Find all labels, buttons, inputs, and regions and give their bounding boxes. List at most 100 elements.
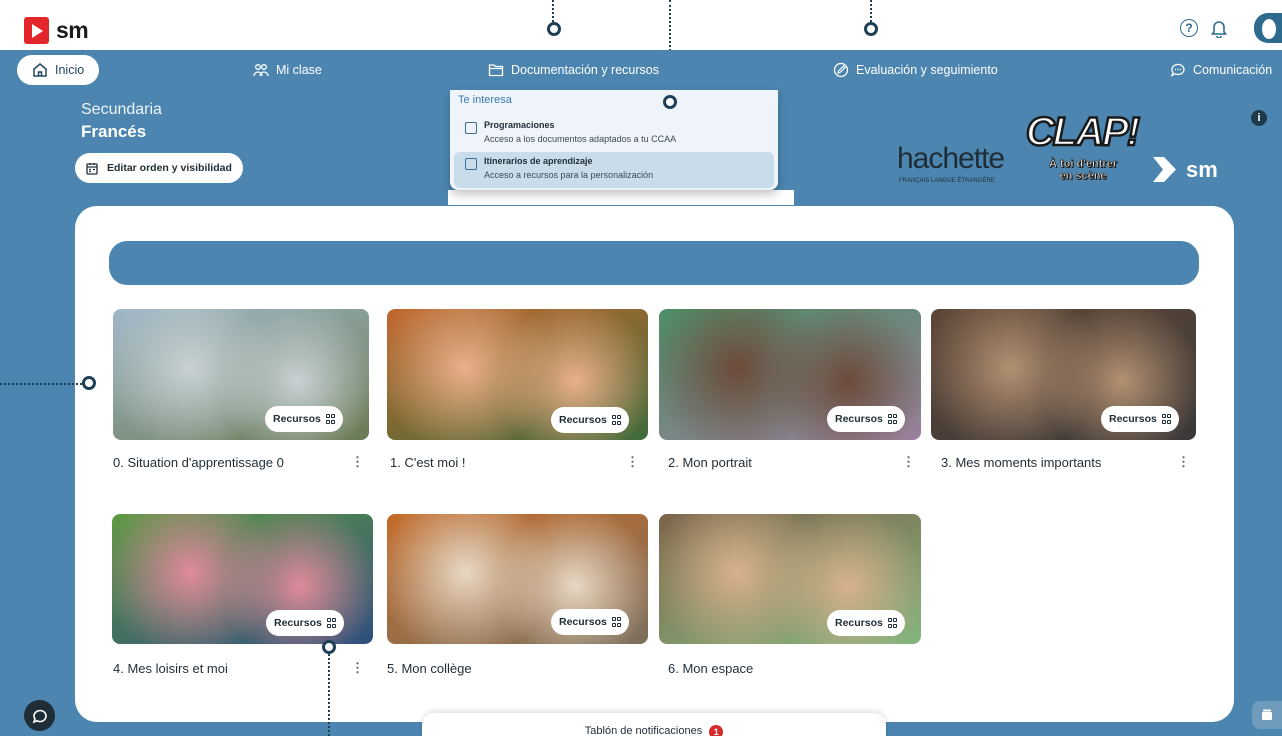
level-label: Secundaria [81, 101, 162, 118]
calendar-edit-icon [86, 162, 98, 175]
home-icon [33, 63, 47, 77]
nav-label: Comunicación [1193, 63, 1273, 77]
units-banner [109, 241, 1199, 285]
kebab-menu-icon[interactable]: ⋮ [1177, 455, 1190, 468]
nav-documentacion[interactable]: Documentación y recursos [488, 50, 659, 90]
chat-button[interactable] [24, 700, 55, 731]
top-icons: ? [1180, 13, 1282, 43]
dropdown-item-programaciones[interactable]: Programaciones Acceso a los documentos a… [454, 116, 774, 152]
people-icon [253, 64, 269, 77]
hachette-subtitle: FRANÇAIS LANGUE ÉTRANGÈRE [899, 178, 995, 184]
kebab-menu-icon[interactable]: ⋮ [351, 661, 364, 674]
resources-button[interactable]: Recursos [265, 406, 344, 432]
chat-icon [1170, 63, 1185, 77]
unit-title[interactable]: 4. Mes loisirs et moi [113, 661, 228, 676]
resources-button[interactable]: Recursos [827, 610, 906, 636]
resources-label: Recursos [559, 414, 607, 426]
dropdown-heading: Te interesa [458, 94, 512, 106]
annotation-line [0, 383, 82, 385]
sm-play-icon [1153, 157, 1176, 182]
resources-button[interactable]: Recursos [827, 406, 906, 432]
dropdown-item-desc: Acceso a los documentos adaptados a tu C… [484, 134, 677, 144]
grid-icon [326, 618, 337, 628]
unit-title[interactable]: 3. Mes moments importants [941, 455, 1101, 470]
info-icon[interactable]: i [1251, 110, 1267, 126]
clap-subtitle-line1: À toi d'entrer [1048, 158, 1118, 171]
dropdown-item-itinerarios[interactable]: Itinerarios de aprendizaje Acceso a recu… [454, 152, 774, 188]
annotation-line [552, 0, 554, 22]
side-panel-button[interactable] [1252, 701, 1282, 729]
annotation-line [328, 654, 330, 736]
nav-label: Evaluación y seguimiento [856, 63, 998, 77]
bell-icon-svg [1210, 21, 1228, 39]
notifications-board[interactable]: Tablón de notificaciones 1 [422, 713, 886, 736]
nav-label: Mi clase [276, 63, 322, 77]
resources-label: Recursos [835, 413, 883, 425]
resources-label: Recursos [559, 616, 607, 628]
unit-title[interactable]: 1. C'est moi ! [390, 455, 465, 470]
sm-brand-text: sm [1186, 156, 1218, 182]
notifications-label: Tablón de notificaciones [584, 725, 703, 736]
nav-evaluacion[interactable]: Evaluación y seguimiento [833, 50, 998, 90]
annotation-dot [82, 376, 96, 390]
grid-icon [611, 415, 622, 425]
sm-logo[interactable]: sm [24, 17, 89, 44]
nav-inicio[interactable]: Inicio [17, 55, 100, 85]
annotation-dot [864, 22, 878, 36]
bell-icon[interactable] [1210, 18, 1228, 39]
kebab-menu-icon[interactable]: ⋮ [351, 455, 364, 468]
clap-logo: CLAP! À toi d'entrer en scène [1018, 109, 1146, 195]
box-icon [1262, 709, 1272, 720]
user-avatar[interactable] [1254, 13, 1282, 43]
kebab-menu-icon[interactable]: ⋮ [626, 455, 639, 468]
resources-label: Recursos [835, 617, 883, 629]
annotation-dot [663, 95, 677, 109]
calendar-icon [465, 122, 477, 134]
edit-order-button[interactable]: Editar orden y visibilidad [75, 153, 243, 183]
dropdown-item-title: Programaciones [484, 120, 555, 130]
dropdown-item-desc: Acceso a recursos para la personalizació… [484, 170, 654, 180]
clap-subtitle: À toi d'entrer en scène [1024, 158, 1142, 183]
pencil-icon [833, 62, 849, 78]
subject-title: Francés [81, 122, 147, 141]
resources-button[interactable]: Recursos [1101, 406, 1180, 432]
resources-button[interactable]: Recursos [266, 610, 345, 636]
resources-button[interactable]: Recursos [551, 407, 630, 433]
grid-icon [887, 618, 898, 628]
documentacion-dropdown: Te interesa Programaciones Acceso a los … [450, 90, 778, 190]
help-icon[interactable]: ? [1180, 19, 1198, 37]
annotation-line [870, 0, 872, 22]
folder-icon [488, 64, 504, 77]
dropdown-strip [448, 190, 794, 205]
annotation-dot [547, 22, 561, 36]
kebab-menu-icon[interactable]: ⋮ [902, 455, 915, 468]
sm-brand-logo: sm [1150, 154, 1218, 185]
top-bar: sm ? [0, 0, 1282, 50]
nav-label: Documentación y recursos [511, 63, 659, 77]
chat-bubble-icon [32, 709, 47, 723]
resources-button[interactable]: Recursos [551, 609, 630, 635]
grid-icon [325, 414, 336, 424]
resources-label: Recursos [273, 413, 321, 425]
resources-label: Recursos [274, 617, 322, 629]
grid-icon [611, 617, 622, 627]
unit-title[interactable]: 5. Mon collège [387, 661, 472, 676]
path-icon [465, 158, 477, 170]
notifications-badge: 1 [709, 725, 724, 736]
resources-label: Recursos [1109, 413, 1157, 425]
unit-title[interactable]: 6. Mon espace [668, 661, 753, 676]
clap-title: CLAP! [1025, 109, 1142, 156]
unit-title[interactable]: 2. Mon portrait [668, 455, 752, 470]
play-logo-icon [24, 17, 49, 44]
main-nav: Inicio Mi clase Documentación y recursos… [0, 50, 1282, 90]
unit-title[interactable]: 0. Situation d'apprentissage 0 [113, 455, 284, 470]
nav-comunicacion[interactable]: Comunicación [1170, 50, 1272, 90]
annotation-dot [322, 640, 336, 654]
clap-subtitle-line2: en scène [1059, 170, 1107, 183]
hachette-logo: hachette [897, 142, 1005, 175]
logo-text: sm [56, 17, 89, 43]
grid-icon [1161, 414, 1172, 424]
grid-icon [887, 414, 898, 424]
nav-mi-clase[interactable]: Mi clase [253, 50, 322, 90]
dropdown-item-title: Itinerarios de aprendizaje [484, 156, 593, 166]
